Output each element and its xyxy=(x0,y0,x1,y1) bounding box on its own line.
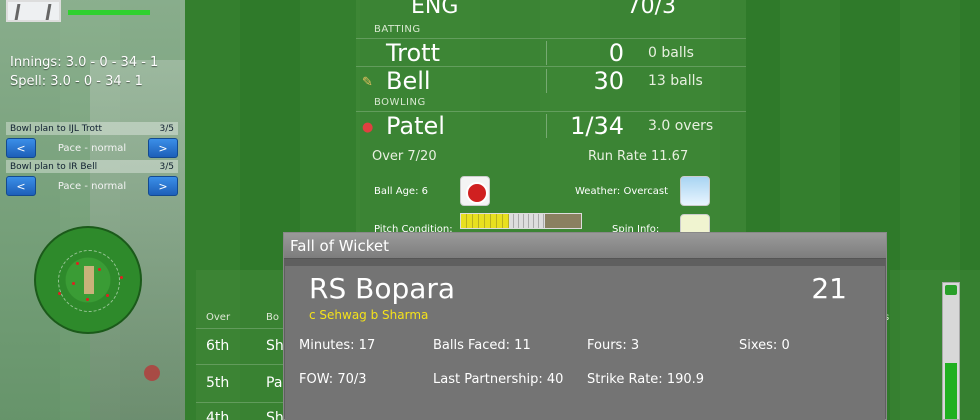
stat-sixes: Sixes: 0 xyxy=(739,338,790,353)
col-header-over: Over xyxy=(206,312,231,323)
dismissed-player-name: RS Bopara xyxy=(309,272,456,305)
batter-balls: 13 balls xyxy=(648,73,703,89)
ball-icon[interactable] xyxy=(460,176,490,206)
team-score-row: ENG 70/3 xyxy=(356,0,746,19)
bowl-plan-label-bell: Bowl plan to IR Bell 3/5 xyxy=(6,160,178,173)
pitch-strip xyxy=(84,266,94,294)
bowler-portrait xyxy=(6,0,61,22)
dialog-title: Fall of Wicket xyxy=(284,233,886,259)
stat-fow: FOW: 70/3 xyxy=(299,372,367,387)
bowler-name: Patel xyxy=(386,112,445,140)
team-name: ENG xyxy=(411,0,459,19)
weather-label: Weather: Overcast xyxy=(575,186,669,197)
plan-next-button-bell[interactable]: > xyxy=(148,176,178,196)
plan-prev-button-bell[interactable]: < xyxy=(6,176,36,196)
right-panel xyxy=(890,270,980,420)
col-header-bowler: Bo xyxy=(266,312,279,323)
dismissal-description: c Sehwag b Sharma xyxy=(309,308,429,322)
stat-strike-rate: Strike Rate: 190.9 xyxy=(587,372,705,387)
table-row-bowler: Pa xyxy=(266,375,283,391)
ball-age-label: Ball Age: 6 xyxy=(374,186,428,197)
batter-name: Bell xyxy=(386,67,431,95)
table-row-bowler: Sh xyxy=(266,338,284,354)
spell-figures: Spell: 3.0 - 0 - 34 - 1 xyxy=(10,74,143,89)
batter-runs: 0 xyxy=(608,39,624,67)
weather-icon[interactable] xyxy=(680,176,710,206)
bowler-overs: 3.0 overs xyxy=(648,118,714,134)
batter-runs: 30 xyxy=(593,67,624,95)
pitch-condition-bar xyxy=(460,213,582,229)
innings-figures: Innings: 3.0 - 0 - 34 - 1 xyxy=(10,55,159,70)
bowling-heading: BOWLING xyxy=(374,97,426,108)
plan-value-bell: Pace - normal xyxy=(57,180,127,192)
stat-minutes: Minutes: 17 xyxy=(299,338,376,353)
table-row-over: 6th xyxy=(206,338,230,354)
batter-balls: 0 balls xyxy=(648,45,694,61)
batter-row-trott: Trott 0 0 balls xyxy=(356,38,746,67)
bowl-plan-row-bell: < Pace - normal > xyxy=(6,176,178,196)
table-row-over: 4th xyxy=(206,410,230,420)
bowl-plan-label-trott: Bowl plan to IJL Trott 3/5 xyxy=(6,122,178,135)
stat-last-partnership: Last Partnership: 40 xyxy=(433,372,564,387)
run-rate: Run Rate 11.67 xyxy=(588,149,689,164)
dismissed-player-runs: 21 xyxy=(811,272,847,305)
table-row-bowler: Sh xyxy=(266,410,284,420)
bowler-figures: 1/34 xyxy=(570,112,624,140)
table-row-over: 5th xyxy=(206,375,230,391)
plan-prev-button-trott[interactable]: < xyxy=(6,138,36,158)
bat-icon: ✎ xyxy=(362,75,373,90)
ball-icon: ● xyxy=(362,120,374,135)
bowl-plan-row-trott: < Pace - normal > xyxy=(6,138,178,158)
fall-of-wicket-body: RS Bopara 21 c Sehwag b Sharma Minutes: … xyxy=(285,266,885,420)
plan-next-button-trott[interactable]: > xyxy=(148,138,178,158)
over-counter: Over 7/20 xyxy=(372,149,437,164)
batting-heading: BATTING xyxy=(374,24,421,35)
bowler-row: ● Patel 1/34 3.0 overs xyxy=(356,111,746,140)
scroll-up-button[interactable] xyxy=(945,285,957,295)
field-placement-map[interactable] xyxy=(34,226,142,334)
stat-fours: Fours: 3 xyxy=(587,338,640,353)
scoreboard-panel: ENG 70/3 BATTING Trott 0 0 balls ✎ Bell … xyxy=(356,0,746,244)
energy-bar xyxy=(68,10,150,15)
stat-balls-faced: Balls Faced: 11 xyxy=(433,338,531,353)
bowler-sidebar: Innings: 3.0 - 0 - 34 - 1 Spell: 3.0 - 0… xyxy=(0,0,185,420)
team-score: 70/3 xyxy=(626,0,676,19)
batter-name: Trott xyxy=(386,39,440,67)
scroll-thumb[interactable] xyxy=(945,363,957,419)
table-scrollbar[interactable] xyxy=(942,282,960,420)
plan-value-trott: Pace - normal xyxy=(57,142,127,154)
batter-row-bell: ✎ Bell 30 13 balls xyxy=(356,66,746,95)
fall-of-wicket-dialog: Fall of Wicket RS Bopara 21 c Sehwag b S… xyxy=(283,232,887,420)
ball-decoration xyxy=(144,365,160,381)
